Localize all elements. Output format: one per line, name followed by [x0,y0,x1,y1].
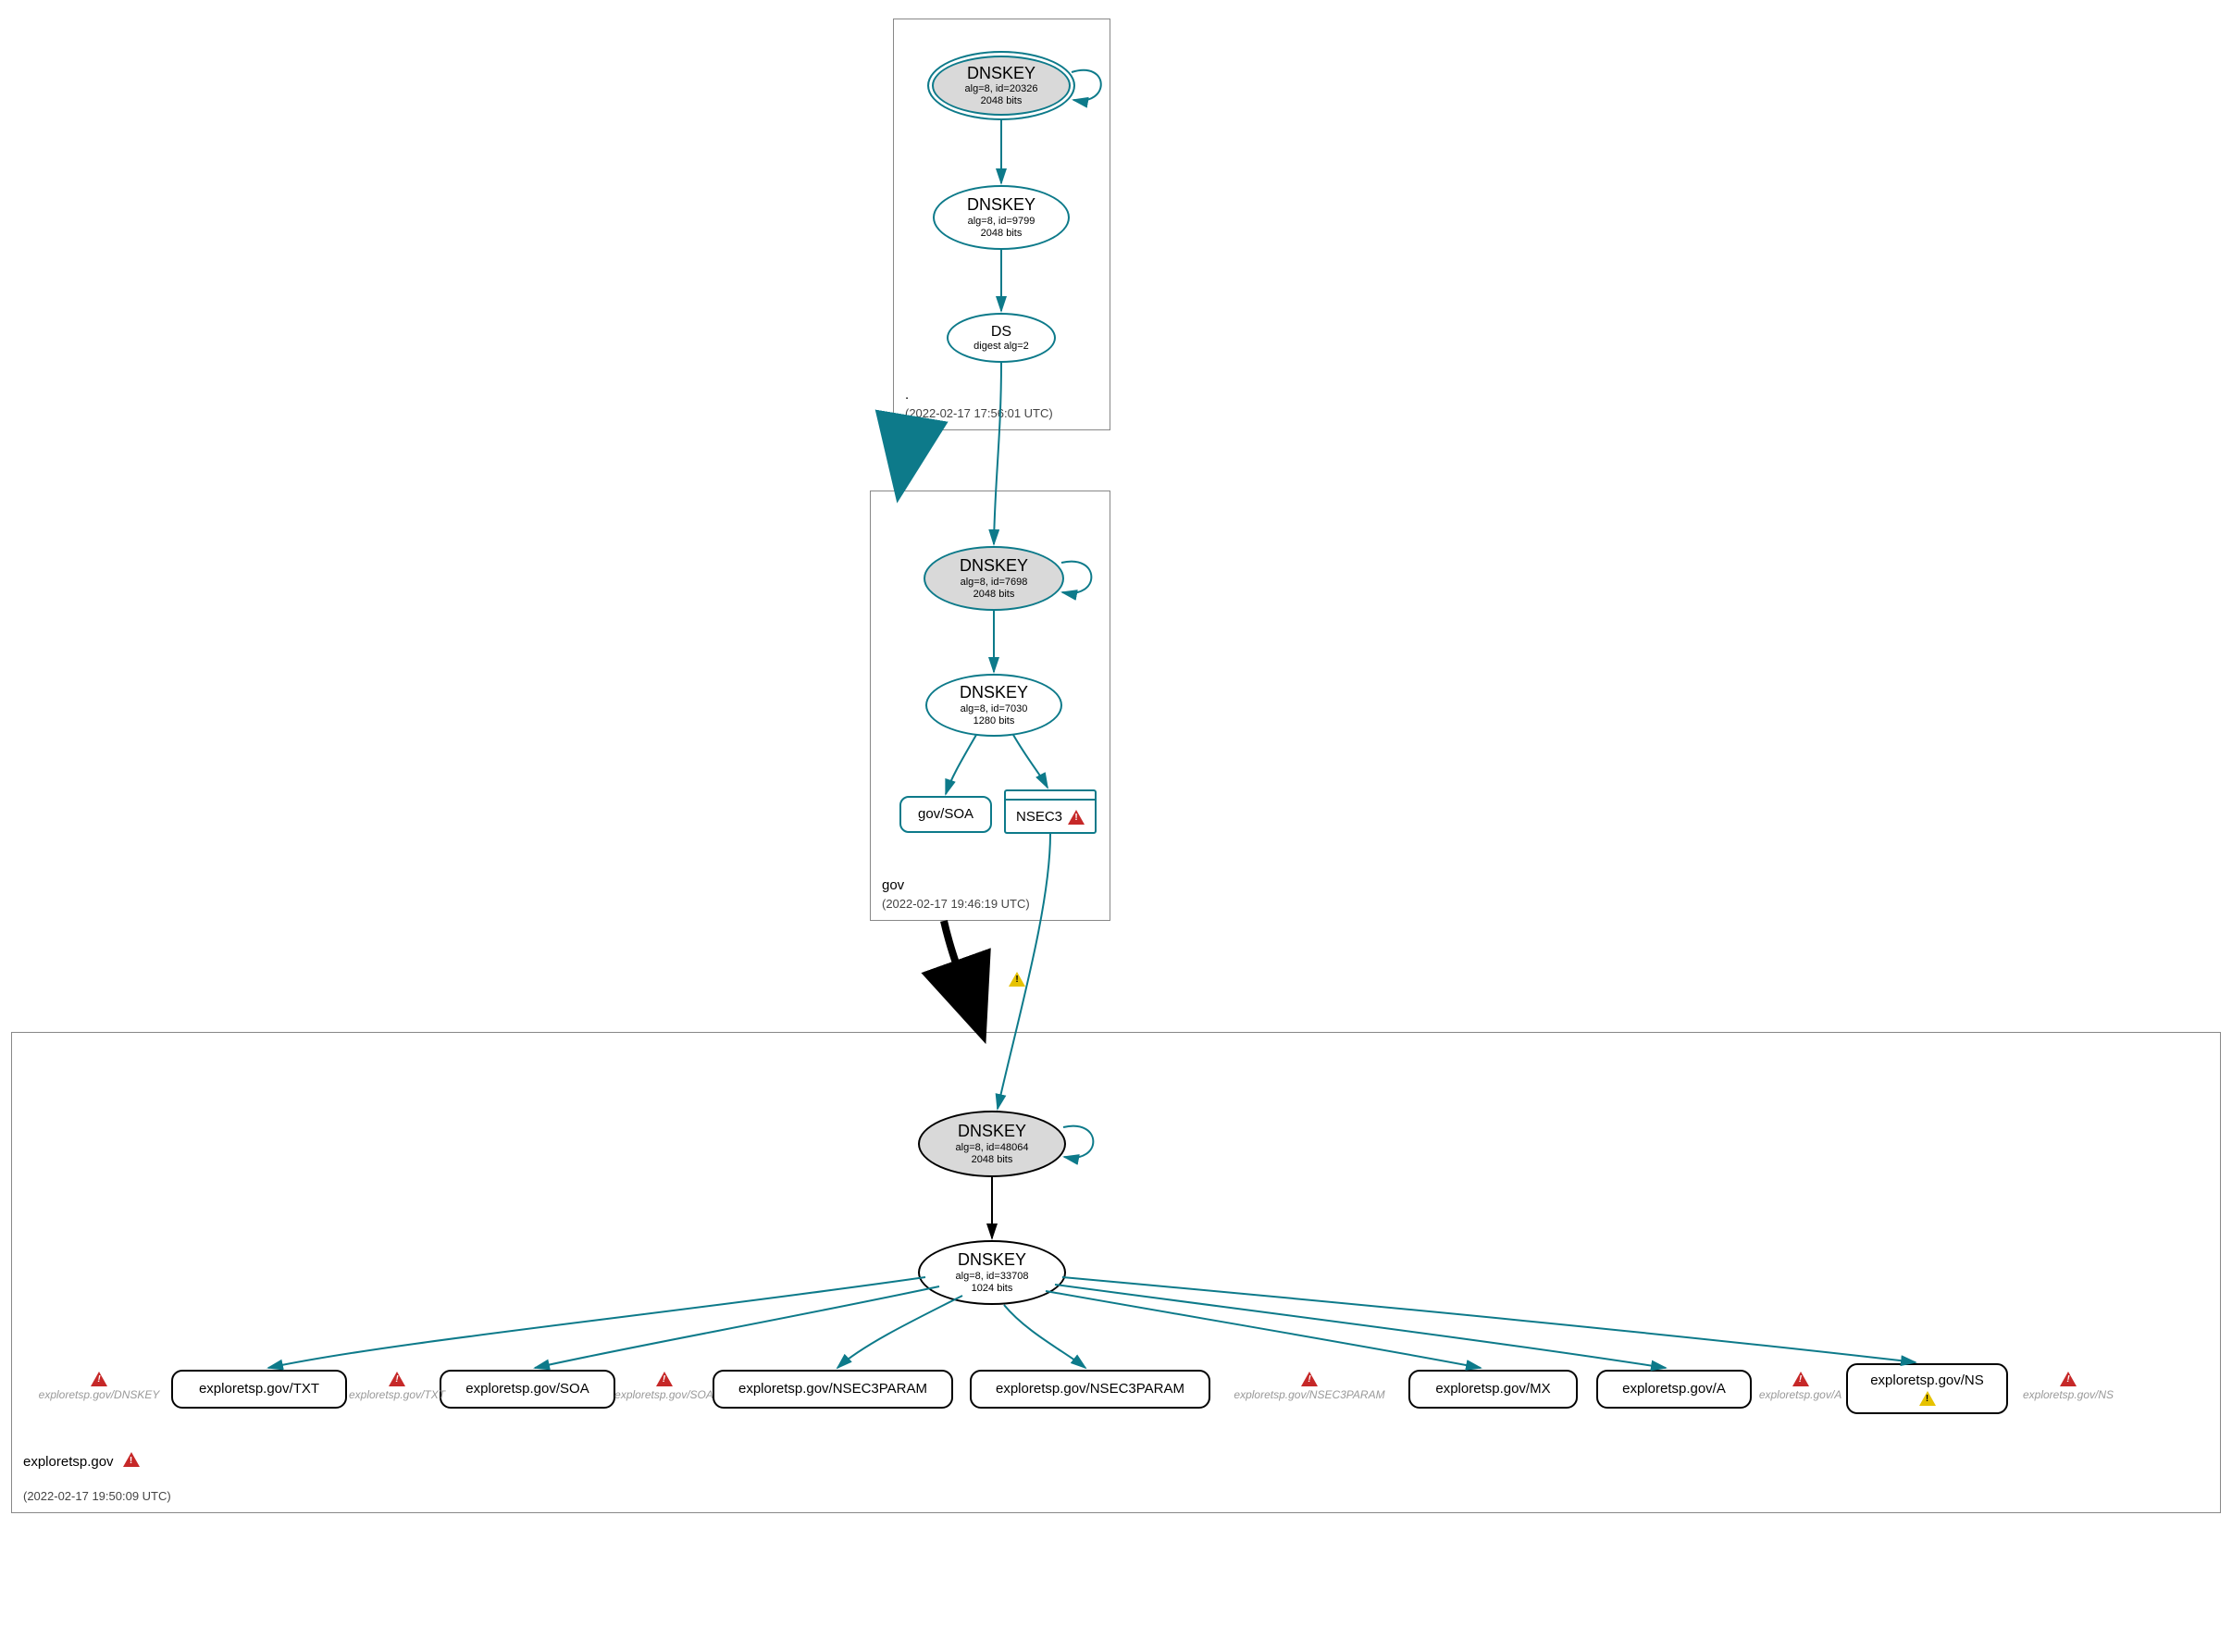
exploretsp-ksk-title: DNSKEY [958,1122,1026,1142]
rrset-mx[interactable]: exploretsp.gov/MX [1408,1370,1578,1409]
zone-root-timestamp: (2022-02-17 17:56:01 UTC) [905,406,1053,420]
rrset-nsec3param-2-label: exploretsp.gov/NSEC3PARAM [996,1381,1184,1397]
warn-ns: exploretsp.gov/NS [2027,1372,2110,1401]
gov-ksk-title: DNSKEY [960,556,1028,577]
root-ksk-alg: alg=8, id=20326 [965,83,1038,95]
zone-root-label: . (2022-02-17 17:56:01 UTC) [905,386,1053,422]
rrset-a[interactable]: exploretsp.gov/A [1596,1370,1752,1409]
gov-soa-rrset[interactable]: gov/SOA [899,796,992,833]
warn-soa: exploretsp.gov/SOA [620,1372,708,1401]
error-icon [2060,1372,2077,1386]
warn-txt-label: exploretsp.gov/TXT [349,1388,445,1401]
error-icon [1068,810,1085,825]
gov-zsk-title: DNSKEY [960,683,1028,703]
zone-gov-name: gov [882,877,904,893]
zone-exploretsp-name: exploretsp.gov [23,1453,114,1472]
root-ksk-dnskey[interactable]: DNSKEY alg=8, id=20326 2048 bits [927,51,1075,120]
root-zsk-alg: alg=8, id=9799 [968,216,1035,228]
root-zsk-dnskey[interactable]: DNSKEY alg=8, id=9799 2048 bits [933,185,1070,250]
warning-icon [1919,1391,1936,1406]
gov-zsk-alg: alg=8, id=7030 [961,703,1028,715]
gov-zsk-dnskey[interactable]: DNSKEY alg=8, id=7030 1280 bits [925,674,1062,737]
exploretsp-zsk-title: DNSKEY [958,1250,1026,1271]
warn-ns-label: exploretsp.gov/NS [2023,1388,2114,1401]
error-icon [389,1372,405,1386]
zone-exploretsp: exploretsp.gov (2022-02-17 19:50:09 UTC) [11,1032,2221,1513]
exploretsp-zsk-dnskey[interactable]: DNSKEY alg=8, id=33708 1024 bits [918,1240,1066,1305]
error-icon [1792,1372,1809,1386]
root-zsk-title: DNSKEY [967,195,1035,216]
exploretsp-ksk-alg: alg=8, id=48064 [956,1142,1029,1154]
warn-dnskey: exploretsp.gov/DNSKEY [39,1372,159,1401]
rrset-soa-label: exploretsp.gov/SOA [465,1381,589,1397]
zone-gov-label: gov (2022-02-17 19:46:19 UTC) [882,876,1030,913]
warning-icon [1009,972,1025,987]
zone-root-name: . [905,387,909,403]
rrset-mx-label: exploretsp.gov/MX [1435,1381,1550,1397]
zone-exploretsp-label: exploretsp.gov (2022-02-17 19:50:09 UTC) [23,1453,305,1505]
root-ksk-bits: 2048 bits [981,95,1023,107]
root-ds-title: DS [991,323,1011,341]
rrset-soa[interactable]: exploretsp.gov/SOA [440,1370,615,1409]
rrset-nsec3param-1[interactable]: exploretsp.gov/NSEC3PARAM [713,1370,953,1409]
zone-gov-timestamp: (2022-02-17 19:46:19 UTC) [882,897,1030,911]
warn-nsec3param: exploretsp.gov/NSEC3PARAM [1226,1372,1393,1401]
gov-zsk-bits: 1280 bits [973,715,1015,727]
exploretsp-zsk-bits: 1024 bits [972,1283,1013,1295]
root-zsk-bits: 2048 bits [981,228,1023,240]
gov-ksk-dnskey[interactable]: DNSKEY alg=8, id=7698 2048 bits [924,546,1064,611]
gov-nsec3-label: NSEC3 [1016,809,1062,826]
warn-dnskey-label: exploretsp.gov/DNSKEY [39,1388,160,1401]
exploretsp-ksk-dnskey[interactable]: DNSKEY alg=8, id=48064 2048 bits [918,1111,1066,1177]
error-icon [91,1372,107,1386]
gov-ksk-alg: alg=8, id=7698 [961,577,1028,589]
nsec3-inner-line [1006,799,1095,801]
warn-a: exploretsp.gov/A [1761,1372,1840,1401]
exploretsp-zsk-alg: alg=8, id=33708 [956,1271,1029,1283]
error-icon [123,1452,140,1467]
warn-soa-label: exploretsp.gov/SOA [614,1388,713,1401]
gov-soa-label: gov/SOA [918,806,973,823]
root-ksk-title: DNSKEY [967,64,1035,84]
rrset-a-label: exploretsp.gov/A [1622,1381,1726,1397]
root-ds-alg: digest alg=2 [973,341,1029,353]
root-ds[interactable]: DS digest alg=2 [947,313,1056,363]
exploretsp-ksk-bits: 2048 bits [972,1154,1013,1166]
warn-nsec3param-label: exploretsp.gov/NSEC3PARAM [1234,1388,1384,1401]
warn-txt: exploretsp.gov/TXT [354,1372,440,1401]
gov-nsec3[interactable]: NSEC3 [1004,789,1097,834]
error-icon [656,1372,673,1386]
gov-ksk-bits: 2048 bits [973,589,1015,601]
delegation-warning [1009,972,1025,991]
warn-a-label: exploretsp.gov/A [1759,1388,1841,1401]
rrset-txt-label: exploretsp.gov/TXT [199,1381,319,1397]
error-icon [1301,1372,1318,1386]
zone-exploretsp-timestamp: (2022-02-17 19:50:09 UTC) [23,1489,171,1505]
rrset-nsec3param-1-label: exploretsp.gov/NSEC3PARAM [738,1381,927,1397]
rrset-ns[interactable]: exploretsp.gov/NS [1846,1363,2008,1414]
rrset-txt[interactable]: exploretsp.gov/TXT [171,1370,347,1409]
rrset-ns-label: exploretsp.gov/NS [1870,1373,1984,1389]
rrset-nsec3param-2[interactable]: exploretsp.gov/NSEC3PARAM [970,1370,1210,1409]
